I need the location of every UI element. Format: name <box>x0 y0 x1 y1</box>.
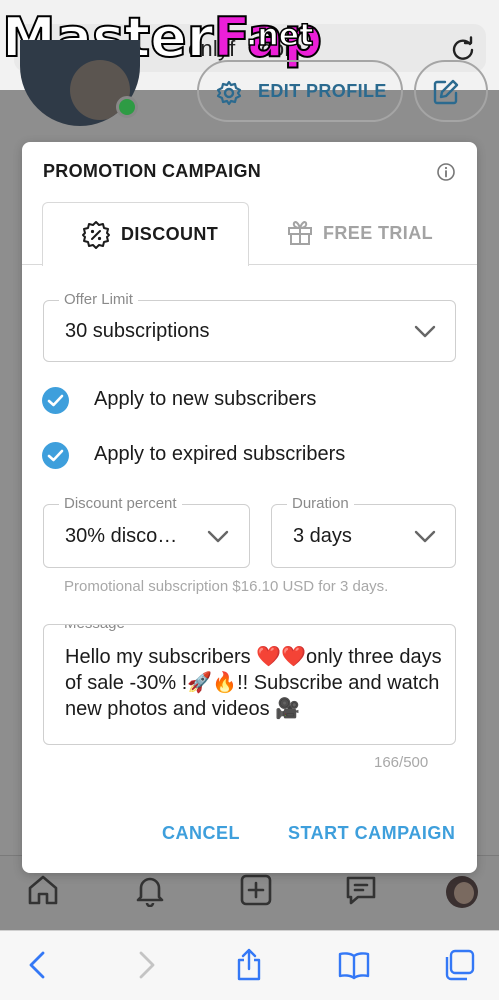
duration-value: 3 days <box>293 525 352 547</box>
edit-pen-icon <box>433 79 459 105</box>
bell-icon[interactable] <box>133 873 167 907</box>
promotional-price-note: Promotional subscription $16.10 USD for … <box>64 578 389 595</box>
campaign-tabs: DISCOUNT FREE TRIAL <box>22 202 477 266</box>
tab-free-trial[interactable]: FREE TRIAL <box>250 202 477 264</box>
home-icon[interactable] <box>26 873 60 907</box>
share-icon[interactable] <box>232 948 266 982</box>
tab-discount-label: DISCOUNT <box>121 224 219 244</box>
gift-icon <box>288 221 312 245</box>
apply-new-subscribers-checkbox[interactable]: Apply to new subscribers <box>42 386 462 416</box>
apply-expired-subscribers-checkbox[interactable]: Apply to expired subscribers <box>42 441 462 471</box>
back-arrow-icon[interactable] <box>22 948 56 982</box>
modal-title: PROMOTION CAMPAIGN <box>43 161 262 181</box>
online-status-dot <box>116 96 138 118</box>
duration-legend: Duration <box>287 495 354 512</box>
message-legend: Message <box>59 625 130 632</box>
offer-limit-value: 30 subscriptions <box>65 320 210 342</box>
reload-icon[interactable] <box>450 36 476 62</box>
chevron-down-icon <box>414 325 436 338</box>
add-post-icon[interactable] <box>239 873 273 907</box>
tab-free-trial-label: FREE TRIAL <box>323 223 433 243</box>
profile-tab-avatar[interactable] <box>446 876 478 908</box>
discount-percent-value: 30% disco… <box>65 525 178 547</box>
offer-limit-select[interactable]: Offer Limit 30 subscriptions <box>43 291 456 362</box>
watermark-suffix: .net <box>245 17 314 54</box>
tab-discount[interactable]: DISCOUNT <box>42 202 249 266</box>
apply-expired-subscribers-label: Apply to expired subscribers <box>94 443 346 465</box>
offer-limit-legend: Offer Limit <box>59 291 138 308</box>
edit-profile-label: EDIT PROFILE <box>258 81 387 101</box>
messages-icon[interactable] <box>344 873 378 907</box>
cancel-button[interactable]: CANCEL <box>162 823 240 844</box>
info-icon[interactable] <box>436 162 456 182</box>
discount-percent-legend: Discount percent <box>59 495 182 512</box>
gear-icon <box>216 80 242 106</box>
start-campaign-button[interactable]: START CAMPAIGN <box>288 823 455 844</box>
chevron-down-icon <box>207 530 229 543</box>
discount-percent-select[interactable]: Discount percent 30% disco… <box>43 495 250 568</box>
message-char-count: 166/500 <box>374 754 429 771</box>
bookmarks-icon[interactable] <box>337 948 371 982</box>
forward-arrow-icon[interactable] <box>128 948 162 982</box>
apply-new-subscribers-label: Apply to new subscribers <box>94 388 317 410</box>
message-text: Hello my subscribers ❤️❤️only three days… <box>65 646 442 720</box>
checkmark-icon <box>42 387 69 414</box>
message-textarea[interactable]: Message Hello my subscribers ❤️❤️only th… <box>43 624 456 745</box>
discount-badge-icon <box>82 221 110 249</box>
chevron-down-icon <box>414 530 436 543</box>
checkmark-icon <box>42 442 69 469</box>
duration-select[interactable]: Duration 3 days <box>271 495 456 568</box>
tabs-icon[interactable] <box>442 948 476 982</box>
promotion-campaign-modal: PROMOTION CAMPAIGN DISCOUNT FREE TRIAL O… <box>22 142 477 873</box>
